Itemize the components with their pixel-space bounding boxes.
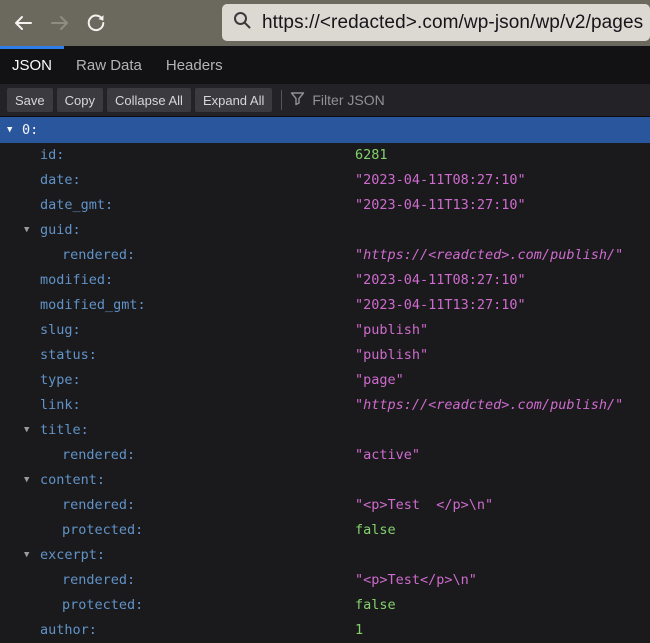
json-row[interactable]: id: 6281 <box>0 143 650 168</box>
json-value: "2023-04-11T13:27:10" <box>355 193 526 218</box>
json-row[interactable]: ▼ 0: <box>0 117 650 143</box>
json-row[interactable]: date: "2023-04-11T08:27:10" <box>0 168 650 193</box>
json-row[interactable]: rendered: "active" <box>0 443 650 468</box>
json-row[interactable]: protected: false <box>0 593 650 618</box>
tab-json[interactable]: JSON <box>0 46 64 84</box>
json-tree: ▼0:id:6281date:"2023-04-11T08:27:10"date… <box>0 117 650 643</box>
json-value: "publish" <box>355 343 428 368</box>
json-row[interactable]: date_gmt: "2023-04-11T13:27:10" <box>0 193 650 218</box>
json-row[interactable]: ▼ guid: <box>0 218 650 243</box>
json-value: "publish" <box>355 318 428 343</box>
json-key: title: <box>40 418 89 443</box>
json-value: 6281 <box>355 143 388 168</box>
tab-raw-data[interactable]: Raw Data <box>64 46 154 84</box>
twisty-icon[interactable]: ▼ <box>24 468 29 493</box>
json-key: protected: <box>62 593 143 618</box>
json-value: "2023-04-11T13:27:10" <box>355 293 526 318</box>
json-row[interactable]: ▼ excerpt: <box>0 543 650 568</box>
json-row[interactable]: slug: "publish" <box>0 318 650 343</box>
twisty-icon[interactable]: ▼ <box>24 418 29 443</box>
json-key: rendered: <box>62 243 135 268</box>
url-text: https://<redacted>.com/wp-json/wp/v2/pag… <box>262 12 643 34</box>
json-value: "2023-04-11T08:27:10" <box>355 168 526 193</box>
json-row[interactable]: author: 1 <box>0 618 650 643</box>
funnel-icon <box>290 91 312 109</box>
json-key: 0: <box>22 117 38 143</box>
json-row[interactable]: ▼ title: <box>0 418 650 443</box>
json-row[interactable]: ▼ content: <box>0 468 650 493</box>
json-viewer-tabbar: JSON Raw Data Headers <box>0 46 650 84</box>
save-button[interactable]: Save <box>7 88 53 112</box>
back-button[interactable] <box>7 7 39 39</box>
back-arrow-icon <box>12 12 34 34</box>
json-row[interactable]: rendered: "https://<readcted>.com/publish… <box>0 243 650 268</box>
json-key: author: <box>40 618 97 643</box>
json-row[interactable]: protected: false <box>0 518 650 543</box>
filter-json-input[interactable]: Filter JSON <box>290 91 647 109</box>
json-value: 1 <box>355 618 363 643</box>
tab-json-label: JSON <box>12 57 52 74</box>
tab-raw-data-label: Raw Data <box>76 57 142 74</box>
json-key: status: <box>40 343 97 368</box>
twisty-icon[interactable]: ▼ <box>24 543 29 568</box>
json-key: rendered: <box>62 568 135 593</box>
json-key: modified_gmt: <box>40 293 146 318</box>
json-key: id: <box>40 143 64 168</box>
json-row[interactable]: status: "publish" <box>0 343 650 368</box>
json-key: excerpt: <box>40 543 105 568</box>
json-row[interactable]: rendered: "<p>Test</p>\n" <box>0 568 650 593</box>
json-key: guid: <box>40 218 81 243</box>
json-value: "<p>Test</p>\n" <box>355 568 477 593</box>
json-value: false <box>355 518 396 543</box>
json-key: link: <box>40 393 81 418</box>
json-row[interactable]: rendered: "<p>Test </p>\n" <box>0 493 650 518</box>
json-value[interactable]: "https://<readcted>.com/publish/" <box>355 243 623 268</box>
json-value[interactable]: "https://<readcted>.com/publish/" <box>355 393 623 418</box>
search-icon <box>232 10 262 35</box>
json-row[interactable]: type: "page" <box>0 368 650 393</box>
json-key: protected: <box>62 518 143 543</box>
json-value: "<p>Test </p>\n" <box>355 493 493 518</box>
json-value: "active" <box>355 443 420 468</box>
json-key: date_gmt: <box>40 193 113 218</box>
json-value: false <box>355 593 396 618</box>
collapse-all-button[interactable]: Collapse All <box>107 88 191 112</box>
json-key: type: <box>40 368 81 393</box>
url-bar[interactable]: https://<redacted>.com/wp-json/wp/v2/pag… <box>222 4 650 41</box>
forward-button[interactable] <box>44 7 76 39</box>
browser-toolbar: https://<redacted>.com/wp-json/wp/v2/pag… <box>0 0 650 46</box>
json-key: slug: <box>40 318 81 343</box>
json-value: "page" <box>355 368 404 393</box>
json-row[interactable]: link: "https://<readcted>.com/publish/" <box>0 393 650 418</box>
actions-toolbar: Save Copy Collapse All Expand All Filter… <box>0 84 650 117</box>
reload-icon <box>85 12 107 34</box>
json-key: rendered: <box>62 443 135 468</box>
json-row[interactable]: modified_gmt: "2023-04-11T13:27:10" <box>0 293 650 318</box>
json-key: modified: <box>40 268 113 293</box>
json-key: rendered: <box>62 493 135 518</box>
toolbar-separator <box>281 90 282 110</box>
json-key: content: <box>40 468 105 493</box>
json-key: date: <box>40 168 81 193</box>
forward-arrow-icon <box>49 12 71 34</box>
filter-placeholder: Filter JSON <box>312 92 384 108</box>
tab-headers-label: Headers <box>166 57 223 74</box>
active-tab-indicator <box>0 46 64 49</box>
twisty-icon[interactable]: ▼ <box>7 117 12 143</box>
json-row[interactable]: modified: "2023-04-11T08:27:10" <box>0 268 650 293</box>
expand-all-button[interactable]: Expand All <box>195 88 272 112</box>
twisty-icon[interactable]: ▼ <box>24 218 29 243</box>
json-value: "2023-04-11T08:27:10" <box>355 268 526 293</box>
copy-button[interactable]: Copy <box>57 88 103 112</box>
reload-button[interactable] <box>80 7 112 39</box>
tab-headers[interactable]: Headers <box>154 46 235 84</box>
